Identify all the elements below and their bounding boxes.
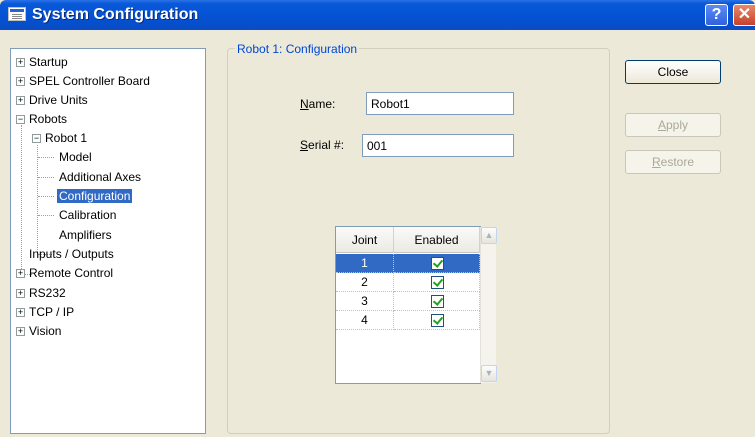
tree-connector [38, 177, 54, 178]
tree-item-robots[interactable]: Robots [29, 111, 67, 127]
name-field[interactable] [366, 92, 514, 115]
restore-button[interactable]: Restore [625, 150, 721, 174]
enabled-cell [394, 254, 480, 273]
tree-item-startup[interactable]: Startup [29, 54, 68, 70]
tree-item-model[interactable]: Model [59, 149, 92, 165]
expand-icon[interactable]: + [16, 58, 25, 67]
enabled-checkbox[interactable] [430, 314, 444, 327]
scroll-up-icon[interactable]: ▲ [481, 227, 497, 244]
joint-grid[interactable]: Joint Enabled 1 2 3 4 [335, 226, 481, 384]
tree-item-configuration[interactable]: Configuration [57, 188, 133, 204]
grid-header: Joint Enabled [336, 227, 480, 253]
apply-button[interactable]: Apply [625, 113, 721, 137]
tree-item-tcpip[interactable]: TCP / IP [29, 304, 74, 320]
enabled-cell [394, 292, 480, 311]
joint-cell: 3 [336, 292, 394, 311]
config-tree[interactable]: + Startup + SPEL Controller Board + Driv… [10, 48, 206, 434]
joint-cell: 4 [336, 311, 394, 330]
enabled-checkbox[interactable] [430, 295, 444, 308]
joint-cell: 2 [336, 273, 394, 292]
selected-label: Configuration [57, 189, 133, 203]
tree-connector [21, 125, 22, 275]
expand-icon[interactable]: + [16, 96, 25, 105]
collapse-icon[interactable]: − [16, 115, 25, 124]
tree-connector [38, 215, 54, 216]
tree-item-calibration[interactable]: Calibration [59, 207, 116, 223]
name-label: Name: [300, 97, 336, 111]
tree-item-rs232[interactable]: RS232 [29, 285, 66, 301]
tree-item-remote-control[interactable]: Remote Control [29, 265, 113, 281]
column-header-enabled[interactable]: Enabled [394, 227, 480, 253]
table-row[interactable]: 2 [336, 273, 480, 292]
close-button[interactable]: Close [625, 60, 721, 84]
tree-item-controller-board[interactable]: SPEL Controller Board [29, 73, 150, 89]
tree-item-robot1[interactable]: Robot 1 [45, 130, 87, 146]
window-icon [8, 7, 26, 21]
serial-label: Serial #: [300, 138, 345, 152]
tree-item-additional-axes[interactable]: Additional Axes [59, 169, 141, 185]
enabled-cell [394, 311, 480, 330]
tree-connector [38, 196, 54, 197]
expand-icon[interactable]: + [16, 308, 25, 317]
enabled-checkbox[interactable] [430, 276, 444, 289]
collapse-icon[interactable]: − [32, 134, 41, 143]
tree-item-vision[interactable]: Vision [29, 323, 61, 339]
table-row[interactable]: 1 [336, 254, 480, 273]
tree-item-amplifiers[interactable]: Amplifiers [59, 227, 112, 243]
title-bar[interactable]: System Configuration ? ✕ [0, 0, 755, 30]
expand-icon[interactable]: + [16, 289, 25, 298]
tree-connector [37, 145, 38, 254]
scroll-down-icon[interactable]: ▼ [481, 365, 497, 382]
enabled-cell [394, 273, 480, 292]
window-close-button[interactable]: ✕ [733, 4, 755, 26]
table-row[interactable]: 4 [336, 311, 480, 330]
serial-field[interactable] [362, 134, 514, 157]
client-area: + Startup + SPEL Controller Board + Driv… [0, 30, 755, 437]
enabled-checkbox[interactable] [430, 257, 444, 270]
tree-item-drive-units[interactable]: Drive Units [29, 92, 88, 108]
grid-scrollbar[interactable]: ▲ ▼ [480, 227, 497, 383]
window-title: System Configuration [32, 6, 199, 23]
help-button[interactable]: ? [705, 4, 728, 26]
expand-icon[interactable]: + [16, 327, 25, 336]
joint-cell: 1 [336, 254, 394, 273]
column-header-joint[interactable]: Joint [336, 227, 394, 253]
expand-icon[interactable]: + [16, 77, 25, 86]
expand-icon[interactable]: + [16, 269, 25, 278]
tree-connector [38, 157, 54, 158]
table-row[interactable]: 3 [336, 292, 480, 311]
group-title: Robot 1: Configuration [235, 42, 360, 56]
tree-item-inputs-outputs[interactable]: Inputs / Outputs [29, 246, 114, 262]
